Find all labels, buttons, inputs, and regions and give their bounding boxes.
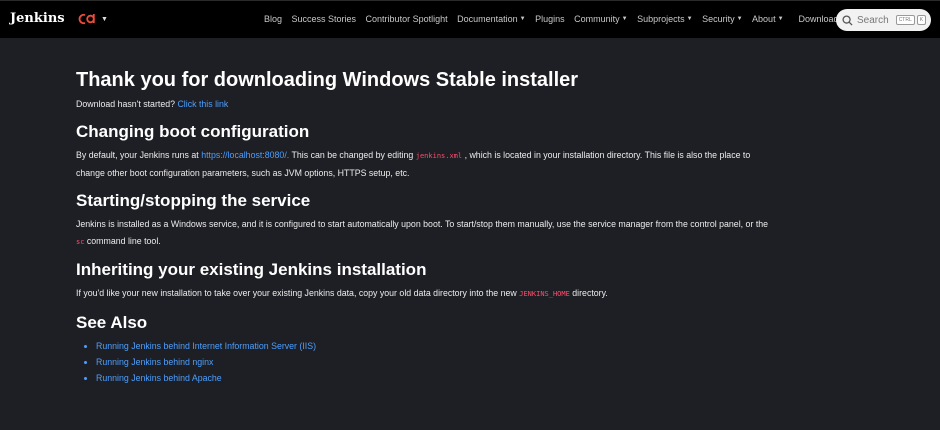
nginx-link[interactable]: Running Jenkins behind nginx (96, 357, 213, 367)
search-shortcut: CTRL K (895, 15, 927, 25)
see-also-list: Running Jenkins behind Internet Informat… (76, 338, 876, 386)
service-heading: Starting/stopping the service (76, 191, 311, 210)
sc-code: sc (76, 238, 85, 246)
page-title: Thank you for downloading Windows Stable… (76, 69, 579, 91)
main-nav: Blog Success Stories Contributor Spotlig… (264, 14, 848, 24)
nav-contributor-spotlight[interactable]: Contributor Spotlight (366, 14, 448, 24)
nav-plugins[interactable]: Plugins (535, 14, 565, 24)
main-content: Thank you for downloading Windows Stable… (76, 66, 876, 386)
boot-config-heading: Changing boot configuration (76, 122, 310, 141)
list-item: Running Jenkins behind Internet Informat… (96, 338, 876, 354)
jenkins-home-code: JENKINS_HOME (519, 290, 570, 298)
k-key: K (916, 15, 927, 25)
nav-subprojects[interactable]: Subprojects ▼ (637, 14, 692, 24)
top-navbar: Jenkins ▼ Blog Success Stories Contribut… (0, 0, 940, 38)
nav-community[interactable]: Community ▼ (574, 14, 627, 24)
iis-link[interactable]: Running Jenkins behind Internet Informat… (96, 341, 316, 351)
chevron-down-icon: ▼ (621, 16, 628, 22)
download-link[interactable]: Click this link (177, 99, 228, 109)
ctrl-key: CTRL (895, 15, 915, 25)
search-button[interactable]: Search CTRL K (836, 9, 931, 31)
nav-blog[interactable]: Blog (264, 14, 282, 24)
nav-about[interactable]: About ▼ (752, 14, 783, 24)
list-item: Running Jenkins behind Apache (96, 370, 876, 386)
chevron-down-icon: ▼ (101, 15, 108, 23)
localhost-link[interactable]: https://localhost:8080/. (201, 150, 289, 160)
nav-download[interactable]: Download (799, 14, 839, 24)
inherit-text: If you'd like your new installation to t… (76, 288, 608, 298)
apache-link[interactable]: Running Jenkins behind Apache (96, 373, 222, 383)
see-also-heading: See Also (76, 313, 148, 332)
jenkins-brand-link[interactable]: Jenkins (10, 11, 65, 26)
boot-config-text: By default, your Jenkins runs at https:/… (76, 150, 751, 178)
chevron-down-icon: ▼ (519, 16, 526, 22)
search-icon (842, 14, 853, 26)
cd-logo-icon (78, 13, 95, 25)
chevron-down-icon: ▼ (686, 16, 693, 22)
nav-documentation[interactable]: Documentation ▼ (457, 14, 526, 24)
service-text: Jenkins is installed as a Windows servic… (76, 219, 769, 246)
download-prompt: Download hasn't started? Click this link (76, 99, 229, 109)
search-label: Search (857, 14, 889, 26)
inherit-heading: Inheriting your existing Jenkins install… (76, 260, 427, 279)
nav-security[interactable]: Security ▼ (702, 14, 742, 24)
nav-success-stories[interactable]: Success Stories (292, 14, 357, 24)
jenkins-xml-code: jenkins.xml (415, 152, 463, 160)
chevron-down-icon: ▼ (777, 16, 784, 22)
list-item: Running Jenkins behind nginx (96, 354, 876, 370)
chevron-down-icon: ▼ (736, 16, 743, 22)
cd-foundation-menu[interactable]: ▼ (78, 10, 108, 28)
